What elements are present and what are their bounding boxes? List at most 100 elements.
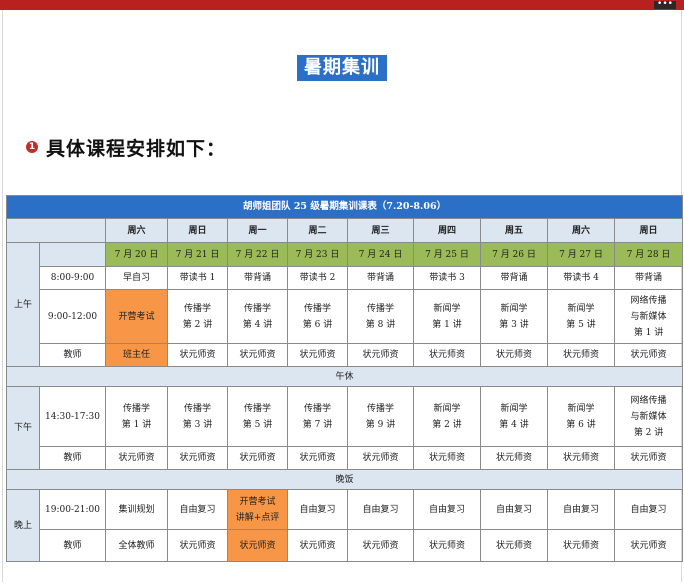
teacher-cell: 状元师资 xyxy=(287,343,348,367)
teacher-name: 状元师资 xyxy=(179,540,216,551)
cell-line: 讲解+点评 xyxy=(235,512,280,523)
teacher-name: 状元师资 xyxy=(362,350,399,360)
class-cell: 新闻学第 5 讲 xyxy=(547,289,615,344)
teacher-cell: 状元师资 xyxy=(547,529,615,562)
cell-line: 新闻学 xyxy=(567,403,595,414)
page-title: 暑期集训 xyxy=(297,55,387,81)
class-cell: 传播学第 7 讲 xyxy=(287,386,348,447)
class-cell: 带读书 3 xyxy=(413,266,481,290)
noon-break: 午休 xyxy=(5,366,684,387)
class-cell: 带背诵 xyxy=(480,266,548,290)
weekday-header: 周六 xyxy=(105,218,168,243)
teacher-cell: 状元师资 xyxy=(287,529,348,562)
teacher-cell: 状元师资 xyxy=(480,343,548,367)
teacher-cell: 状元师资 xyxy=(347,446,414,470)
teacher-name: 状元师资 xyxy=(495,540,532,551)
teacher-name: 班主任 xyxy=(122,350,150,360)
class-cell: 带背诵 xyxy=(347,266,414,290)
section-heading-text: 具体课程安排如下： xyxy=(46,137,227,160)
class-label: 带背诵 xyxy=(500,273,528,283)
teacher-cell: 状元师资 xyxy=(227,343,288,367)
class-label: 带背诵 xyxy=(635,273,663,283)
teacher-cell: 状元师资 xyxy=(480,446,548,470)
class-cell: 自由复习 xyxy=(287,489,348,530)
class-cell: 传播学第 8 讲 xyxy=(347,289,414,344)
date-cell: 7 月 23 日 xyxy=(287,242,348,267)
cell-line: 集训规划 xyxy=(118,504,155,515)
cell-line: 传播学 xyxy=(183,403,211,414)
weekday-label: 周日 xyxy=(188,225,207,236)
teacher-name: 状元师资 xyxy=(239,453,276,463)
class-cell: 自由复习 xyxy=(413,489,481,530)
teacher-name: 状元师资 xyxy=(428,453,465,463)
teacher-label: 教师 xyxy=(63,540,82,551)
cell-line: 开营考试 xyxy=(118,311,155,322)
teacher-cell: 状元师资 xyxy=(613,446,684,470)
class-label: 带背诵 xyxy=(243,273,271,283)
section-label-evening: 晚上 xyxy=(6,489,40,562)
teacher-name: 状元师资 xyxy=(630,453,667,463)
time-cell: 9:00-12:00 xyxy=(39,289,106,344)
cell-line: 传播学 xyxy=(183,303,211,314)
date-cell: 7 月 22 日 xyxy=(227,242,288,267)
teacher-cell: 状元师资 xyxy=(413,529,481,562)
class-cell: 带背诵 xyxy=(227,266,288,290)
weekday-label: 周三 xyxy=(371,225,390,236)
teacher-name: 状元师资 xyxy=(118,453,155,463)
cell-line: 第 2 讲 xyxy=(182,319,213,330)
teacher-cell: 状元师资 xyxy=(347,529,414,562)
time-cell: 8:00-9:00 xyxy=(39,266,106,290)
cell-line: 第 6 讲 xyxy=(302,319,333,330)
date-label: 7 月 28 日 xyxy=(626,249,671,260)
teacher-cell: 状元师资 xyxy=(413,446,481,470)
teacher-cell: 状元师资 xyxy=(167,343,228,367)
weekday-header: 周二 xyxy=(287,218,348,243)
class-cell: 自由复习 xyxy=(347,489,414,530)
cell-line: 自由复习 xyxy=(630,504,667,515)
class-label: 早自习 xyxy=(122,273,150,283)
teacher-cell: 状元师资 xyxy=(613,343,684,367)
cell-line: 传播学 xyxy=(243,303,271,314)
dinner-break-row: 晚饭 xyxy=(5,469,684,490)
teacher-name: 状元师资 xyxy=(299,350,336,360)
afternoon-teacher-row: 教师 状元师资 状元师资 状元师资 状元师资 状元师资 状元师资 状元师资 状元师资 状元师资 xyxy=(7,446,684,470)
weekday-label: 周五 xyxy=(504,225,523,236)
cell-line: 新闻学 xyxy=(433,303,461,314)
date-label: 7 月 24 日 xyxy=(358,249,403,260)
time-cell: 19:00-21:00 xyxy=(39,489,106,530)
teacher-cell: 状元师资 xyxy=(413,343,481,367)
time-label: 14:30-17:30 xyxy=(45,411,100,422)
date-cell: 7 月 27 日 xyxy=(547,242,615,267)
class-cell: 早自习 xyxy=(105,266,168,290)
date-cell: 7 月 28 日 xyxy=(613,242,684,267)
more-icon[interactable]: ••• xyxy=(654,0,676,9)
teacher-label: 教师 xyxy=(63,350,82,360)
teacher-name: 状元师资 xyxy=(179,453,216,463)
teacher-cell: 状元师资 xyxy=(547,446,615,470)
cell-line: 网络传播 xyxy=(630,295,667,306)
weekday-header: 周一 xyxy=(227,218,288,243)
cell-line: 第 5 讲 xyxy=(566,319,596,330)
weekday-label: 周一 xyxy=(248,225,267,236)
cell-line: 自由复习 xyxy=(299,504,336,515)
teacher-label-cell: 教师 xyxy=(39,446,106,470)
teacher-name: 状元师资 xyxy=(299,540,336,551)
teacher-name: 状元师资 xyxy=(562,453,599,463)
weekday-header: 周四 xyxy=(413,218,481,243)
class-cell: 自由复习 xyxy=(167,489,228,530)
cell-line: 第 3 讲 xyxy=(182,419,213,430)
date-label: 7 月 27 日 xyxy=(559,249,603,260)
teacher-cell: 状元师资 xyxy=(105,446,168,470)
cell-line: 第 7 讲 xyxy=(302,419,333,430)
top-bar: ••• xyxy=(0,0,684,10)
cell-line: 网络传播 xyxy=(630,395,667,406)
table-caption: 胡师姐团队 25 级暑期集训课表（7.20-8.06） xyxy=(5,195,684,219)
teacher-cell: 状元师资 xyxy=(227,446,288,470)
cell-line: 新闻学 xyxy=(567,303,595,314)
time-label: 19:00-21:00 xyxy=(45,504,100,515)
date-cell: 7 月 25 日 xyxy=(413,242,481,267)
cell-line: 传播学 xyxy=(303,303,331,314)
class-cell: 自由复习 xyxy=(613,489,684,530)
cell-line: 第 2 讲 xyxy=(432,419,462,430)
class-cell: 自由复习 xyxy=(480,489,548,530)
